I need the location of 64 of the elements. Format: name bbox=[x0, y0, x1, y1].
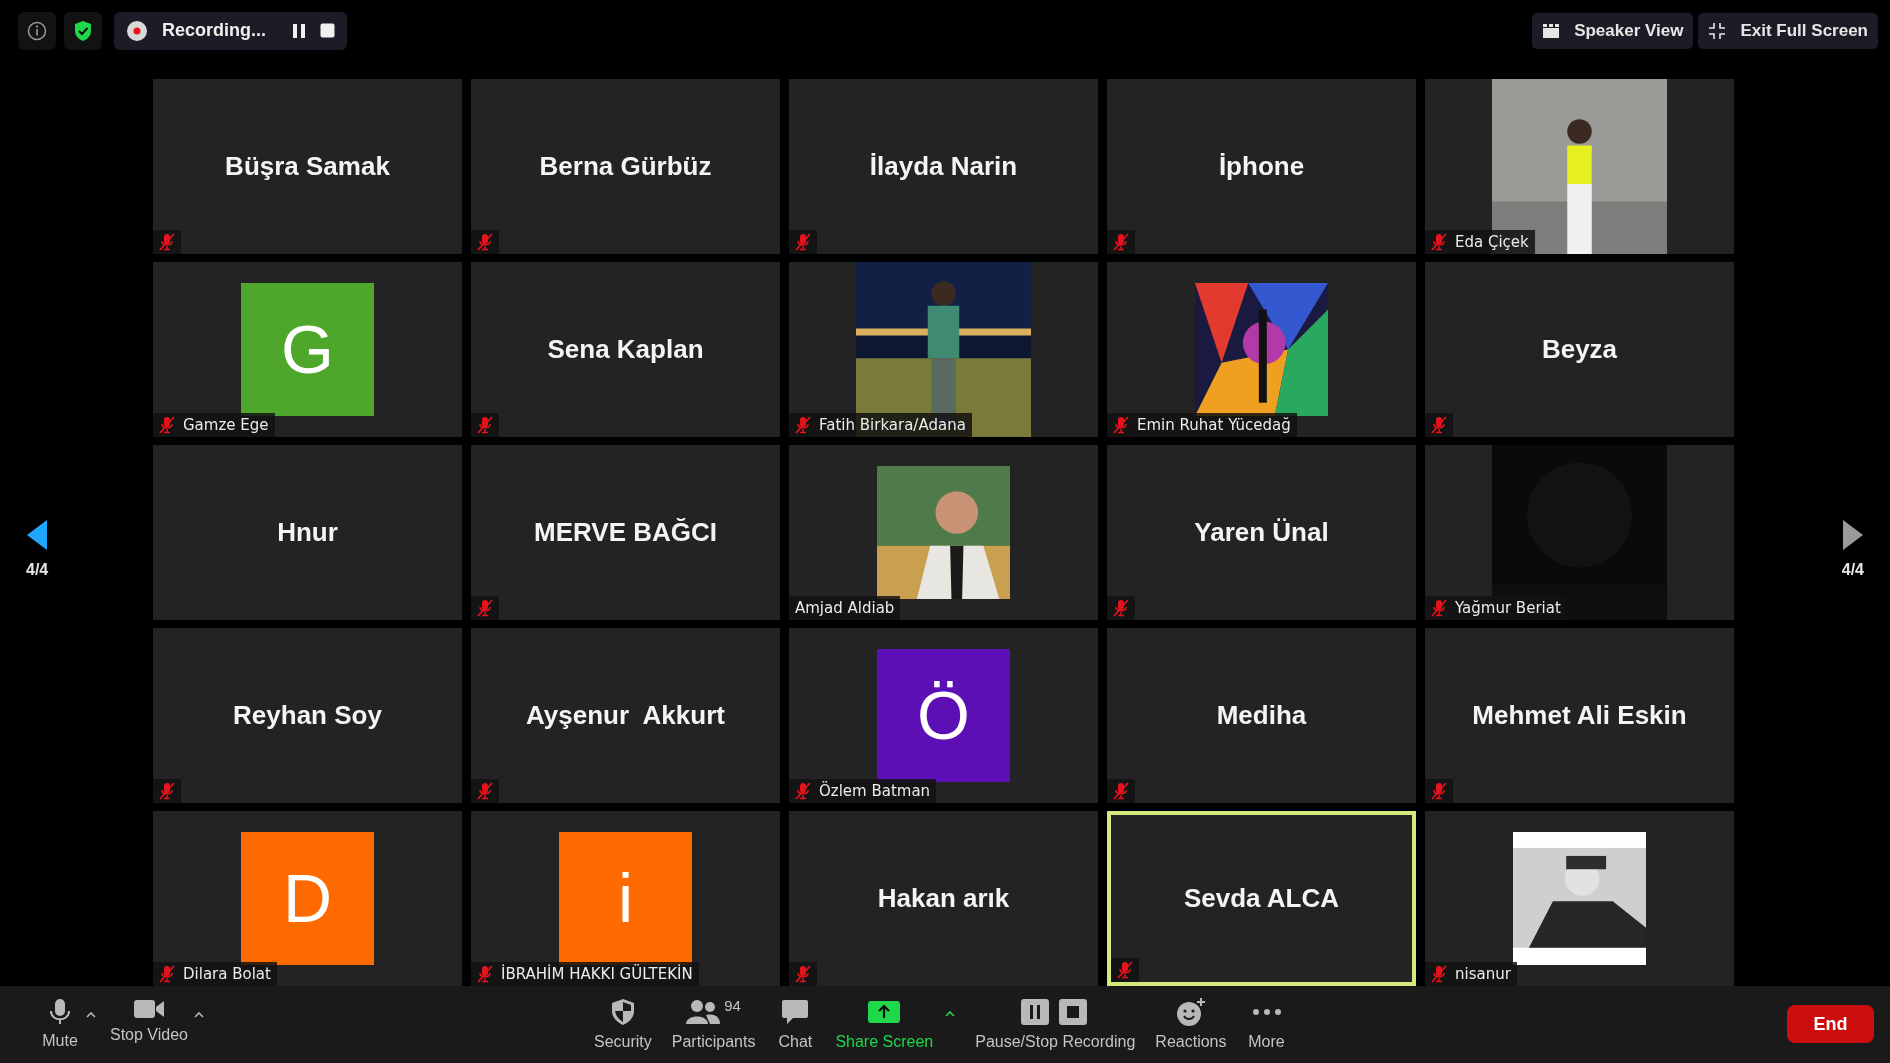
avatar: G bbox=[241, 282, 374, 416]
participant-name: Yağmur Beriat bbox=[1455, 598, 1561, 617]
participant-name: Hnur bbox=[277, 516, 338, 548]
participant-name: Beyza bbox=[1541, 333, 1618, 365]
shield-icon bbox=[610, 998, 635, 1027]
participant-name: nisanur bbox=[1455, 964, 1511, 983]
info-icon bbox=[27, 20, 47, 41]
participant-name: Fatih Birkara/Adana bbox=[819, 415, 966, 434]
stop-video-button[interactable]: Stop Video bbox=[110, 998, 188, 1045]
participant-name: Berna Gürbüz bbox=[539, 150, 712, 182]
left-arrow-icon bbox=[26, 518, 49, 551]
more-dots-icon bbox=[1251, 1008, 1282, 1017]
avatar: Ö bbox=[877, 648, 1010, 782]
speaker-view-button[interactable]: Speaker View bbox=[1532, 12, 1694, 49]
collapse-icon bbox=[1708, 21, 1727, 40]
recording-button[interactable]: Pause/Stop Recording bbox=[975, 997, 1136, 1052]
chat-button[interactable]: Chat bbox=[775, 997, 816, 1052]
participant-name: İlayda Narin bbox=[869, 150, 1018, 182]
participant-name: Emin Ruhat Yücedağ bbox=[1137, 415, 1291, 434]
participant-name: Reyhan Soy bbox=[233, 699, 382, 731]
participant-name: Amjad Aldiab bbox=[795, 598, 895, 617]
participant-name: Sena Kaplan bbox=[547, 333, 704, 365]
encryption-button[interactable] bbox=[64, 11, 102, 50]
participant-name: Mehmet Ali Eskin bbox=[1472, 699, 1687, 731]
participant-name: Hakan arık bbox=[877, 882, 1010, 914]
participant-name: Dilara Bolat bbox=[183, 964, 271, 983]
recording-label: Recording... bbox=[162, 20, 266, 42]
chat-bubble-icon bbox=[781, 998, 810, 1027]
participant-name: Yaren Ünal bbox=[1194, 516, 1329, 548]
participant-name: Mediha bbox=[1216, 699, 1307, 731]
more-button[interactable]: More bbox=[1246, 997, 1287, 1052]
microphone-icon bbox=[49, 998, 71, 1027]
grid-icon bbox=[1542, 22, 1561, 39]
participant-name: Özlem Batman bbox=[819, 781, 931, 800]
participants-button[interactable]: 94 Participants bbox=[671, 997, 756, 1052]
participant-name: Sevda ALCA bbox=[1183, 882, 1340, 914]
participant-name: İphone bbox=[1218, 150, 1305, 182]
share-button[interactable]: Share Screen bbox=[835, 997, 934, 1052]
participant-name: Gamze Ege bbox=[183, 415, 269, 434]
participant-name: İBRAHİM HAKKI GÜLTEKİN bbox=[501, 964, 693, 983]
security-button[interactable]: Security bbox=[594, 997, 652, 1052]
mute-button[interactable]: Mute bbox=[40, 998, 80, 1051]
participant-name: Ayşenur Akkurt bbox=[526, 699, 725, 731]
info-button[interactable] bbox=[18, 11, 56, 50]
end-button[interactable]: End bbox=[1787, 1005, 1874, 1044]
record-icon bbox=[126, 19, 148, 42]
participant-name: Büşra Samak bbox=[225, 150, 390, 182]
right-arrow-icon bbox=[1841, 518, 1864, 551]
avatar: D bbox=[241, 831, 374, 965]
participant-count: 94 bbox=[724, 997, 741, 1015]
reactions-button[interactable]: Reactions bbox=[1155, 997, 1227, 1052]
shield-icon bbox=[73, 19, 93, 42]
people-icon bbox=[686, 999, 721, 1026]
smiley-plus-icon bbox=[1175, 997, 1206, 1028]
stop-icon[interactable] bbox=[320, 23, 335, 39]
next-page-button[interactable]: 4/4 bbox=[1841, 518, 1864, 579]
camera-icon bbox=[133, 998, 165, 1021]
avatar: i bbox=[559, 831, 692, 965]
participant-name: MERVE BAĞCI bbox=[534, 516, 717, 548]
exit-full-screen-button[interactable]: Exit Full Screen bbox=[1698, 12, 1878, 49]
participant-name: Eda Çiçek bbox=[1455, 232, 1529, 251]
share-screen-icon bbox=[867, 1000, 902, 1025]
pause-icon[interactable] bbox=[292, 22, 306, 39]
previous-page-button[interactable]: 4/4 bbox=[26, 518, 49, 579]
